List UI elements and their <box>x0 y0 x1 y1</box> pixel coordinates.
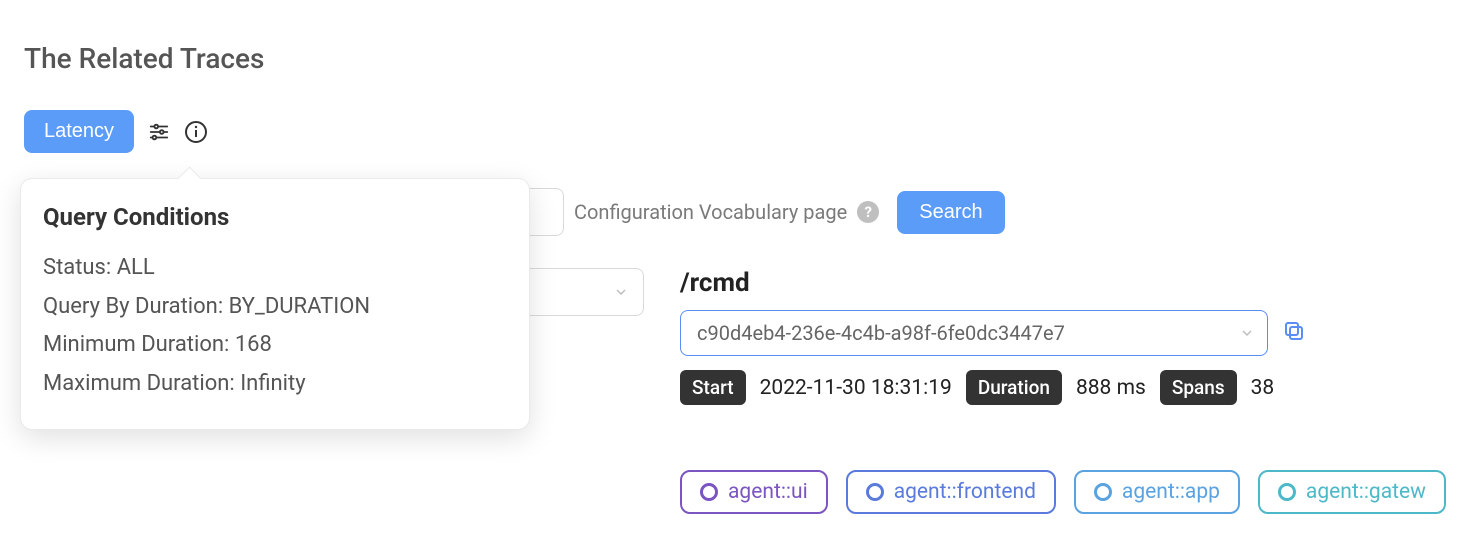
popover-max: Maximum Duration: Infinity <box>43 365 507 404</box>
spans-badge: Spans <box>1160 370 1237 405</box>
popover-query-by: Query By Duration: BY_DURATION <box>43 288 507 327</box>
duration-value: 888 ms <box>1076 376 1146 400</box>
trace-details: /rcmd c90d4eb4-236e-4c4b-a98f-6fe0dc3447… <box>680 268 1452 405</box>
circle-icon <box>700 483 718 501</box>
latency-button[interactable]: Latency <box>24 110 134 153</box>
start-value: 2022-11-30 18:31:19 <box>760 376 952 400</box>
agent-label: agent::app <box>1122 480 1220 504</box>
agent-label: agent::frontend <box>894 480 1036 504</box>
copy-icon[interactable] <box>1282 319 1306 347</box>
toolbar: Latency <box>24 110 208 153</box>
agent-chip-gateway[interactable]: agent::gatew <box>1258 470 1446 514</box>
config-vocab-label: Configuration Vocabulary page <box>574 200 847 224</box>
filter-dropdown[interactable] <box>520 268 644 316</box>
duration-badge: Duration <box>966 370 1062 405</box>
trace-meta-row: Start 2022-11-30 18:31:19 Duration 888 m… <box>680 370 1452 405</box>
trace-endpoint: /rcmd <box>680 268 1452 298</box>
chevron-down-icon <box>613 284 629 300</box>
page-title: The Related Traces <box>24 42 264 75</box>
chevron-down-icon <box>1239 325 1255 341</box>
trace-id-select[interactable]: c90d4eb4-236e-4c4b-a98f-6fe0dc3447e7 <box>680 310 1268 356</box>
popover-min: Minimum Duration: 168 <box>43 326 507 365</box>
agent-label: agent::ui <box>728 480 808 504</box>
trace-id-value: c90d4eb4-236e-4c4b-a98f-6fe0dc3447e7 <box>697 321 1065 345</box>
popover-status: Status: ALL <box>43 249 507 288</box>
sliders-icon[interactable] <box>148 121 170 143</box>
circle-icon <box>1094 483 1112 501</box>
start-badge: Start <box>680 370 746 405</box>
popover-title: Query Conditions <box>43 203 507 231</box>
agent-chip-app[interactable]: agent::app <box>1074 470 1240 514</box>
spans-value: 38 <box>1251 376 1275 400</box>
circle-icon <box>1278 483 1296 501</box>
agent-chip-frontend[interactable]: agent::frontend <box>846 470 1056 514</box>
agent-chips: agent::ui agent::frontend agent::app age… <box>680 470 1446 514</box>
query-conditions-popover: Query Conditions Status: ALL Query By Du… <box>20 178 530 430</box>
circle-icon <box>866 483 884 501</box>
agent-chip-ui[interactable]: agent::ui <box>680 470 828 514</box>
help-icon[interactable]: ? <box>857 201 879 223</box>
search-button[interactable]: Search <box>897 191 1004 234</box>
info-icon[interactable] <box>184 120 208 144</box>
agent-label: agent::gatew <box>1306 480 1426 504</box>
